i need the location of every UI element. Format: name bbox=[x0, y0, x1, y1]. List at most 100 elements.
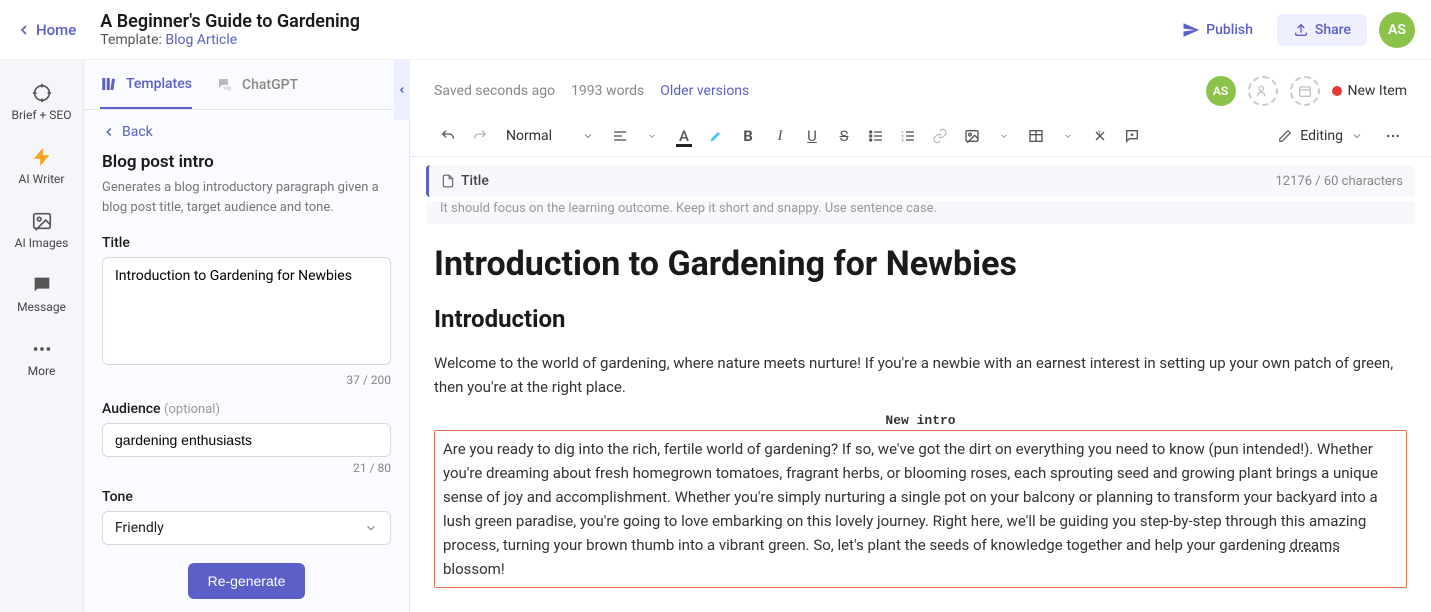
generated-intro-box: Are you ready to dig into the rich, fert… bbox=[434, 430, 1407, 588]
highlight-button[interactable] bbox=[702, 122, 730, 150]
title-char-count: 37 / 200 bbox=[102, 373, 391, 387]
chevron-down-icon bbox=[364, 521, 378, 535]
add-collaborator-button[interactable] bbox=[1248, 76, 1278, 106]
title-field-label: Title bbox=[102, 235, 391, 251]
books-icon bbox=[100, 75, 118, 93]
rail-message[interactable]: Message bbox=[0, 264, 83, 324]
audience-char-count: 21 / 80 bbox=[102, 461, 391, 475]
collab-avatar[interactable]: AS bbox=[1206, 76, 1236, 106]
audience-field-label: Audience (optional) bbox=[102, 401, 391, 417]
top-header: Home A Beginner's Guide to Gardening Tem… bbox=[0, 0, 1431, 60]
title-textarea[interactable] bbox=[102, 257, 391, 365]
left-rail: Brief + SEO AI Writer AI Images Message … bbox=[0, 60, 84, 612]
list-ul-icon bbox=[868, 128, 884, 144]
older-versions-link[interactable]: Older versions bbox=[660, 83, 749, 99]
tab-chatgpt[interactable]: ChatGPT bbox=[216, 62, 298, 108]
link-button[interactable] bbox=[926, 122, 954, 150]
user-avatar[interactable]: AS bbox=[1379, 12, 1415, 48]
paragraph-style-select[interactable]: Normal bbox=[498, 124, 602, 148]
rail-brief-seo[interactable]: Brief + SEO bbox=[0, 72, 83, 132]
chevron-down-icon bbox=[582, 130, 594, 142]
doc-template: Template: Blog Article bbox=[100, 32, 1170, 48]
tab-chatgpt-label: ChatGPT bbox=[242, 77, 298, 93]
gen-text-c: blossom! bbox=[443, 560, 505, 578]
style-value: Normal bbox=[506, 128, 552, 144]
redo-icon bbox=[472, 128, 488, 144]
editor-content[interactable]: Introduction to Gardening for Newbies In… bbox=[410, 236, 1431, 612]
publish-button[interactable]: Publish bbox=[1170, 13, 1265, 47]
rail-ai-images[interactable]: AI Images bbox=[0, 200, 83, 260]
rail-more[interactable]: More bbox=[0, 328, 83, 388]
table-icon bbox=[1028, 128, 1044, 144]
numbered-list-button[interactable]: 123 bbox=[894, 122, 922, 150]
date-picker-button[interactable] bbox=[1290, 76, 1320, 106]
collapse-sidebar-button[interactable] bbox=[394, 60, 410, 120]
audience-optional: (optional) bbox=[164, 402, 220, 417]
table-dropdown[interactable] bbox=[1054, 122, 1082, 150]
align-dropdown[interactable] bbox=[638, 122, 666, 150]
editing-mode-select[interactable]: Editing bbox=[1266, 124, 1375, 148]
publish-label: Publish bbox=[1206, 22, 1253, 38]
back-link[interactable]: Back bbox=[102, 124, 391, 140]
strikethrough-button[interactable]: S bbox=[830, 122, 858, 150]
rail-more-label: More bbox=[28, 364, 56, 378]
dots-icon bbox=[1385, 128, 1401, 144]
rail-images-label: AI Images bbox=[15, 236, 69, 250]
audience-input[interactable] bbox=[102, 423, 391, 457]
bolt-icon bbox=[31, 146, 53, 168]
more-toolbar-button[interactable] bbox=[1379, 122, 1407, 150]
template-link[interactable]: Blog Article bbox=[165, 32, 237, 48]
chat-bubbles-icon bbox=[216, 76, 234, 94]
pencil-icon bbox=[1278, 129, 1292, 143]
comment-button[interactable] bbox=[1118, 122, 1146, 150]
align-button[interactable] bbox=[606, 122, 634, 150]
share-button[interactable]: Share bbox=[1277, 14, 1367, 46]
image-icon bbox=[964, 128, 980, 144]
table-button[interactable] bbox=[1022, 122, 1050, 150]
document-icon bbox=[441, 174, 455, 188]
doc-title: A Beginner's Guide to Gardening bbox=[100, 11, 1170, 32]
clear-format-button[interactable]: T bbox=[1086, 122, 1114, 150]
panel-desc: Generates a blog introductory paragraph … bbox=[102, 178, 391, 217]
calendar-icon bbox=[1298, 84, 1312, 98]
word-count: 1993 words bbox=[571, 83, 644, 99]
save-status: Saved seconds ago bbox=[434, 83, 555, 99]
home-link[interactable]: Home bbox=[16, 21, 76, 39]
audience-label-text: Audience bbox=[102, 401, 161, 417]
header-actions: Publish Share AS bbox=[1170, 12, 1415, 48]
chat-icon bbox=[31, 274, 53, 296]
paragraph-generated[interactable]: Are you ready to dig into the rich, fert… bbox=[443, 437, 1398, 581]
editor-topbar: Saved seconds ago 1993 words Older versi… bbox=[410, 60, 1431, 116]
topbar-right: AS New Item bbox=[1206, 76, 1408, 106]
doc-h1[interactable]: Introduction to Gardening for Newbies bbox=[434, 244, 1407, 285]
italic-button[interactable]: I bbox=[766, 122, 794, 150]
regenerate-button[interactable]: Re-generate bbox=[188, 563, 306, 599]
bold-button[interactable]: B bbox=[734, 122, 762, 150]
comment-icon bbox=[1124, 128, 1140, 144]
paragraph-intro[interactable]: Welcome to the world of gardening, where… bbox=[434, 351, 1407, 399]
doc-h2[interactable]: Introduction bbox=[434, 305, 1407, 333]
title-strip: Title 12176 / 60 characters bbox=[426, 165, 1415, 197]
rail-ai-writer[interactable]: AI Writer bbox=[0, 136, 83, 196]
tone-value: Friendly bbox=[115, 520, 164, 536]
gen-text-dreams: dreams bbox=[1290, 536, 1340, 554]
underline-button[interactable]: U bbox=[798, 122, 826, 150]
editing-label: Editing bbox=[1300, 128, 1343, 144]
status-label: New Item bbox=[1348, 83, 1408, 99]
editor-area: Saved seconds ago 1993 words Older versi… bbox=[410, 60, 1431, 612]
rail-message-label: Message bbox=[17, 300, 66, 314]
image-icon bbox=[31, 210, 53, 232]
status-indicator[interactable]: New Item bbox=[1332, 83, 1408, 99]
image-dropdown[interactable] bbox=[990, 122, 1018, 150]
doc-info: A Beginner's Guide to Gardening Template… bbox=[100, 11, 1170, 48]
tone-select[interactable]: Friendly bbox=[102, 511, 391, 545]
text-color-button[interactable]: A bbox=[670, 122, 698, 150]
chevron-down-icon bbox=[999, 131, 1009, 141]
highlighter-icon bbox=[708, 128, 724, 144]
bullet-list-button[interactable] bbox=[862, 122, 890, 150]
undo-button[interactable] bbox=[434, 122, 462, 150]
redo-button[interactable] bbox=[466, 122, 494, 150]
sidebar-body: Back Blog post intro Generates a blog in… bbox=[84, 110, 409, 612]
tab-templates[interactable]: Templates bbox=[100, 61, 192, 109]
image-button[interactable] bbox=[958, 122, 986, 150]
